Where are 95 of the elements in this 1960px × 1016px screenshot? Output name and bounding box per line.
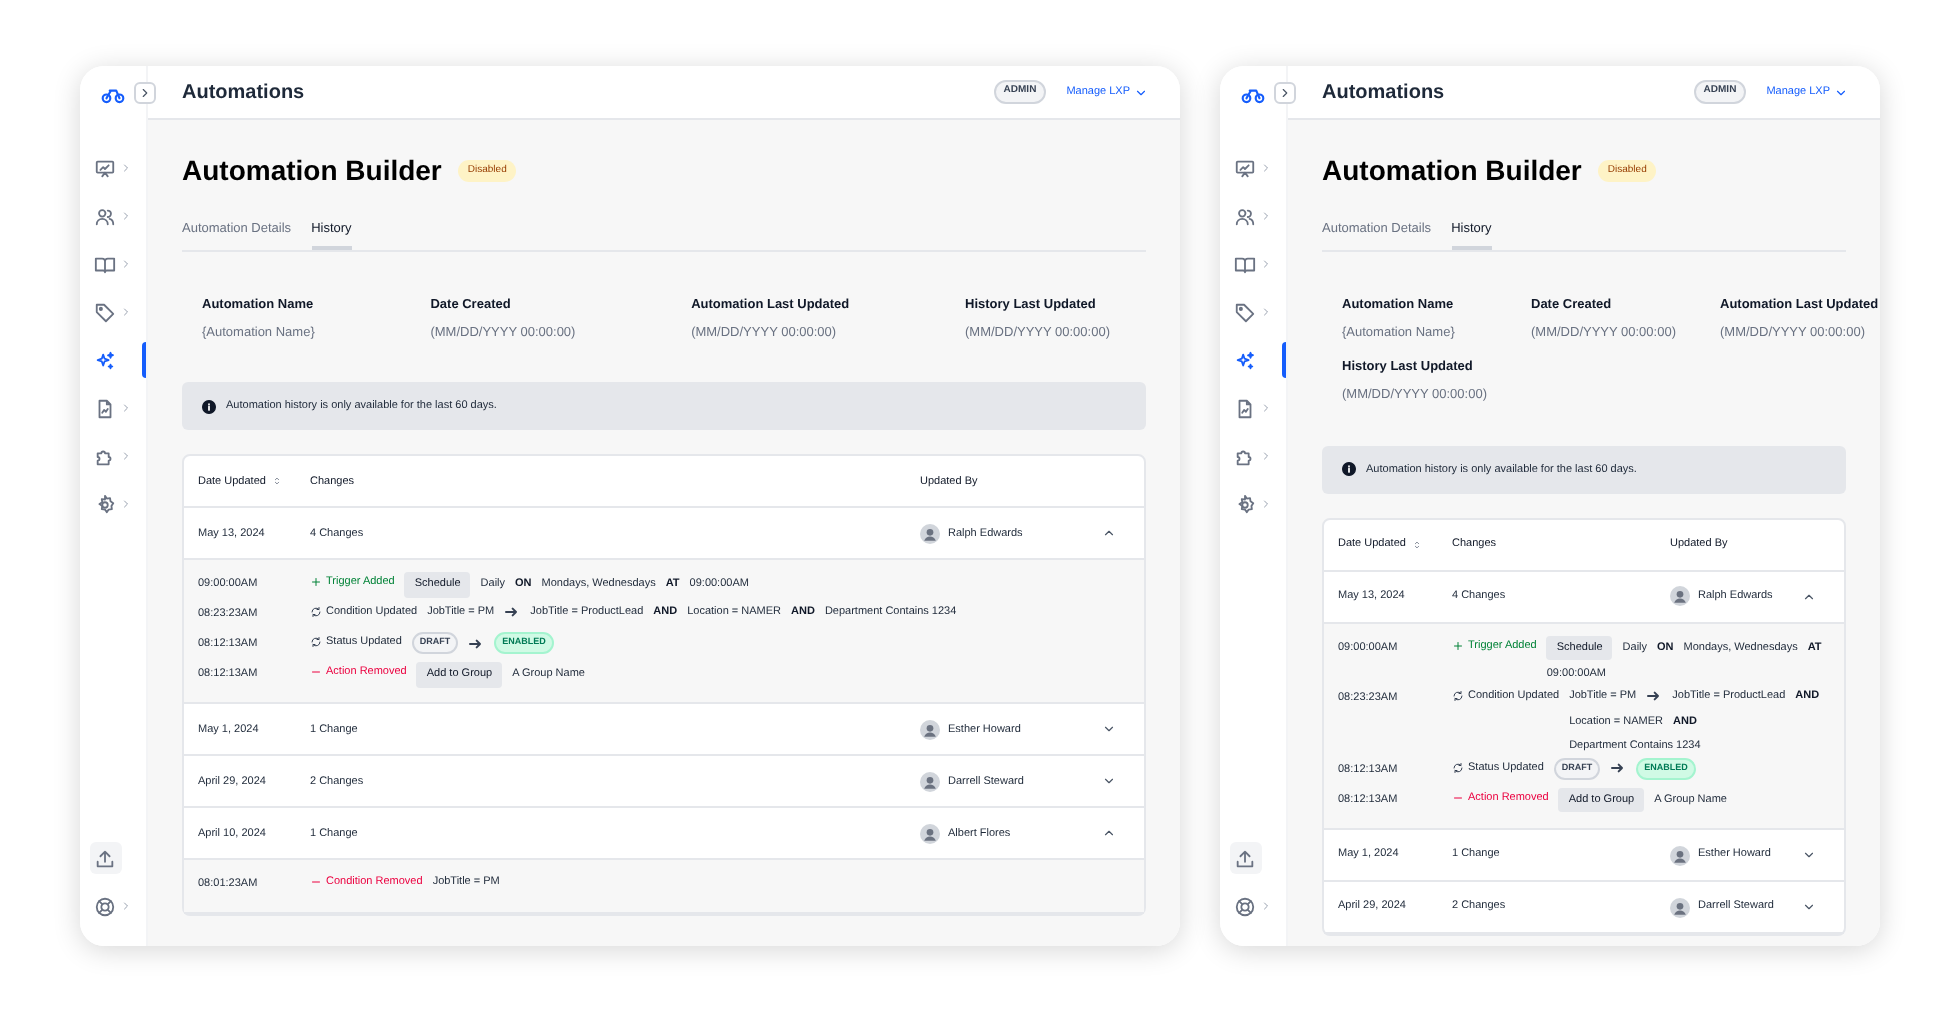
refresh-icon bbox=[310, 606, 322, 619]
nav-item[interactable] bbox=[1234, 493, 1272, 515]
users-icon bbox=[1234, 205, 1256, 227]
chevron-right-icon bbox=[1278, 86, 1292, 100]
chevron-down-icon[interactable] bbox=[1102, 722, 1116, 737]
users-icon bbox=[94, 205, 116, 227]
chevron-right-icon bbox=[1260, 210, 1272, 222]
nav-item[interactable] bbox=[1234, 301, 1272, 323]
document-icon bbox=[94, 397, 116, 419]
chevron-right-icon bbox=[120, 162, 132, 174]
chevron-up-icon[interactable] bbox=[1802, 589, 1816, 604]
settings-icon bbox=[1234, 493, 1256, 515]
chevron-up-icon[interactable] bbox=[1102, 826, 1116, 841]
nav-item[interactable] bbox=[1234, 253, 1272, 275]
info-icon bbox=[202, 399, 216, 414]
upload-icon bbox=[1234, 847, 1256, 869]
lifebuoy-icon bbox=[94, 895, 116, 917]
nav-item[interactable] bbox=[1234, 157, 1272, 179]
plus-icon bbox=[1452, 639, 1464, 652]
chevron-right-icon bbox=[120, 498, 132, 510]
arrow-right-icon bbox=[1646, 688, 1663, 705]
page-header-title: Automations bbox=[1322, 79, 1445, 107]
arrow-right-icon bbox=[468, 635, 485, 652]
nav-item[interactable] bbox=[94, 445, 132, 467]
sort-icon bbox=[1411, 539, 1422, 550]
page-title: Automation Builder bbox=[182, 152, 442, 190]
nav-item[interactable] bbox=[1234, 397, 1272, 419]
page-header-title: Automations bbox=[182, 79, 305, 107]
avatar-icon bbox=[920, 719, 940, 740]
upload-icon bbox=[94, 847, 116, 869]
nav-item[interactable] bbox=[94, 253, 132, 275]
puzzle-icon bbox=[94, 445, 116, 467]
nav-item[interactable] bbox=[94, 157, 132, 179]
info-icon bbox=[1342, 462, 1356, 477]
chevron-right-icon bbox=[120, 258, 132, 270]
nav-item[interactable] bbox=[94, 205, 132, 227]
chevron-right-icon bbox=[1260, 258, 1272, 270]
chevron-right-icon bbox=[1260, 306, 1272, 318]
avatar-icon bbox=[1670, 897, 1690, 917]
chevron-down-icon bbox=[1834, 85, 1848, 99]
sidebar-toggle-button[interactable] bbox=[1274, 82, 1296, 104]
arrow-right-icon bbox=[504, 604, 521, 621]
nav-item[interactable] bbox=[94, 397, 132, 419]
document-icon bbox=[1234, 397, 1256, 419]
sparkles-icon bbox=[1234, 349, 1256, 371]
nav-item[interactable] bbox=[94, 301, 132, 323]
chevron-right-icon bbox=[1260, 900, 1272, 912]
sort-icon bbox=[271, 476, 282, 487]
chevron-right-icon bbox=[120, 450, 132, 462]
minus-icon bbox=[310, 666, 322, 679]
sidebar-toggle-button[interactable] bbox=[134, 82, 156, 104]
chevron-down-icon bbox=[1134, 85, 1148, 99]
chevron-right-icon bbox=[120, 402, 132, 414]
avatar-icon bbox=[920, 771, 940, 792]
chevron-up-icon[interactable] bbox=[1102, 526, 1116, 541]
nav-item[interactable] bbox=[1234, 895, 1272, 917]
chevron-down-icon[interactable] bbox=[1802, 900, 1816, 914]
avatar-icon bbox=[920, 523, 940, 544]
chevron-right-icon bbox=[138, 86, 152, 100]
chevron-right-icon bbox=[1260, 498, 1272, 510]
nav-item[interactable] bbox=[94, 895, 132, 917]
nav-item[interactable] bbox=[1234, 205, 1272, 227]
arrow-right-icon bbox=[1610, 760, 1627, 777]
refresh-icon bbox=[1452, 762, 1464, 775]
presentation-icon bbox=[1234, 157, 1256, 179]
chevron-right-icon bbox=[1260, 162, 1272, 174]
lifebuoy-icon bbox=[1234, 895, 1256, 917]
avatar-icon bbox=[920, 823, 940, 844]
settings-icon bbox=[94, 493, 116, 515]
refresh-icon bbox=[1452, 690, 1464, 703]
refresh-icon bbox=[310, 636, 322, 649]
plus-icon bbox=[310, 576, 322, 589]
presentation-icon bbox=[94, 157, 116, 179]
chevron-right-icon bbox=[120, 306, 132, 318]
page-title: Automation Builder bbox=[1322, 152, 1582, 190]
book-icon bbox=[1234, 253, 1256, 275]
minus-icon bbox=[1452, 792, 1464, 805]
sparkles-icon bbox=[94, 349, 116, 371]
chevron-right-icon bbox=[1260, 402, 1272, 414]
chevron-down-icon[interactable] bbox=[1102, 774, 1116, 789]
active-indicator bbox=[1282, 342, 1286, 378]
avatar-icon bbox=[1670, 586, 1690, 607]
nav-item[interactable] bbox=[1234, 445, 1272, 467]
chevron-right-icon bbox=[120, 900, 132, 912]
puzzle-icon bbox=[1234, 445, 1256, 467]
tag-icon bbox=[94, 301, 116, 323]
chevron-down-icon[interactable] bbox=[1802, 848, 1816, 862]
active-indicator bbox=[142, 342, 146, 378]
book-icon bbox=[94, 253, 116, 275]
nav-item[interactable] bbox=[94, 493, 132, 515]
chevron-right-icon bbox=[120, 210, 132, 222]
avatar-icon bbox=[1670, 845, 1690, 865]
minus-icon bbox=[310, 876, 322, 889]
tag-icon bbox=[1234, 301, 1256, 323]
chevron-right-icon bbox=[1260, 450, 1272, 462]
